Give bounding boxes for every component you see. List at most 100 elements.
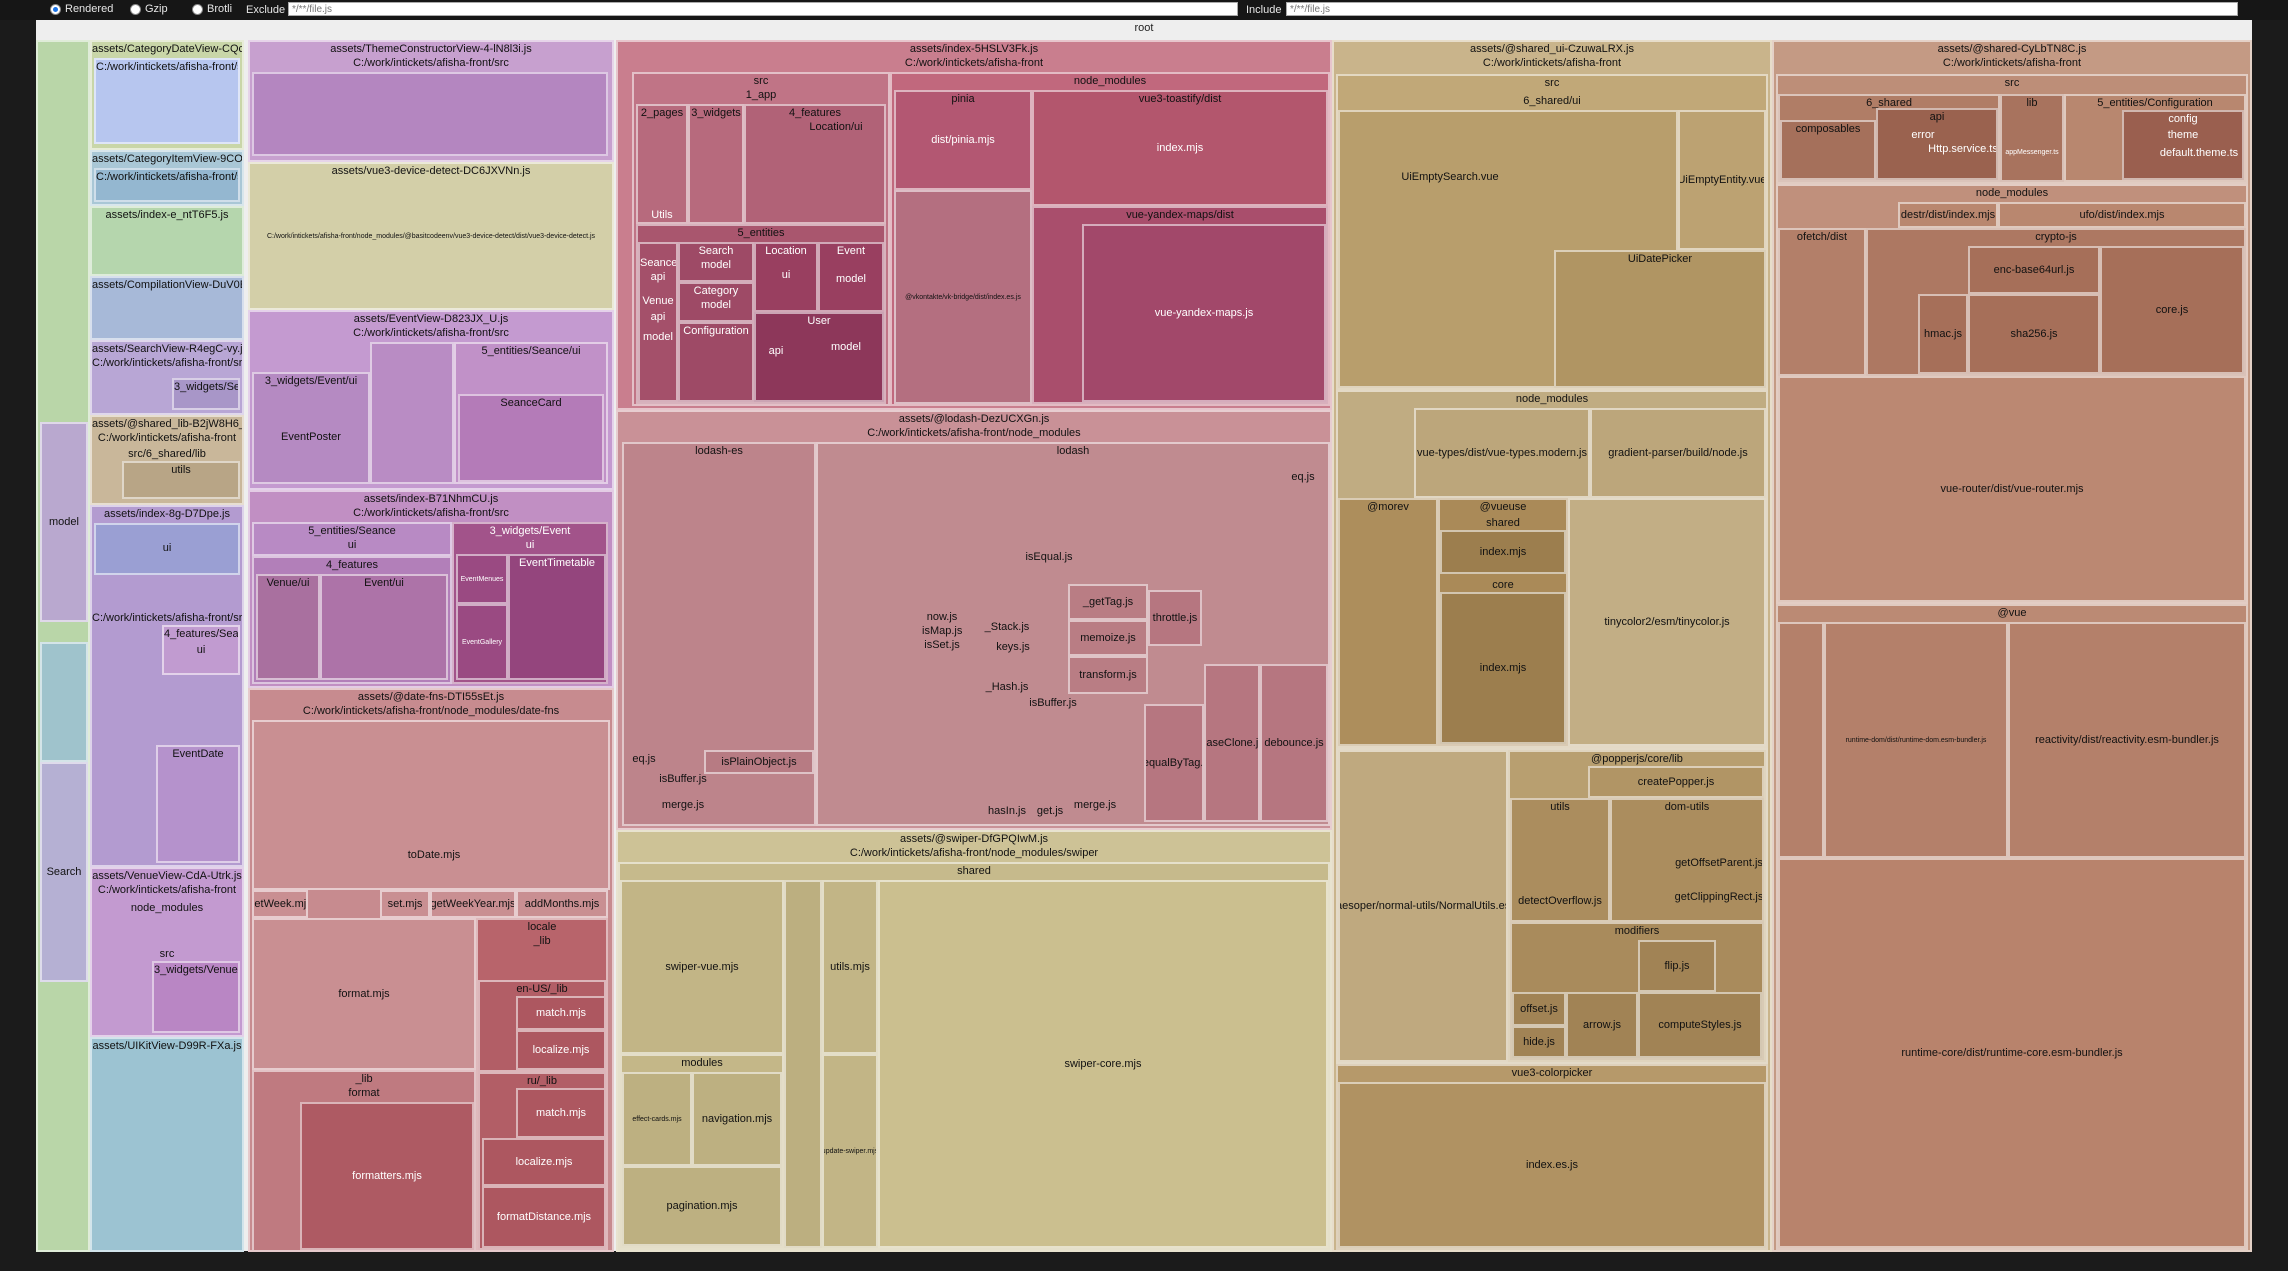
i5h-event[interactable]: Event model [818,242,884,312]
shared-ui[interactable]: assets/@shared_ui-CzuwaLRX.js C:/work/in… [1332,40,1772,1252]
sui-popper[interactable]: @popperjs/core/lib createPopper.js utils… [1508,750,1766,1062]
i5h-ymaps[interactable]: vue-yandex-maps/dist vue-yandex-maps.js [1032,206,1328,404]
i5h-location[interactable]: Location ui [754,242,818,312]
ss-react[interactable]: reactivity/dist/reactivity.esm-bundler.j… [2008,622,2246,858]
df-localize2[interactable]: localize.mjs [482,1138,604,1186]
ss-config[interactable]: config theme default.theme.ts [2122,110,2244,180]
sui-empty[interactable]: UiEmptyEntity.vue [1678,110,1766,250]
sui-shared-index[interactable]: index.mjs [1440,530,1566,574]
sui-arrow[interactable]: arrow.js [1566,992,1638,1058]
datefns-grid[interactable]: toDate.mjs [252,720,610,890]
ss-rtcore[interactable]: runtime-core/dist/runtime-core.esm-bundl… [1778,858,2246,1248]
df-formatters[interactable]: formatters.mjs [300,1102,474,1250]
df-locale[interactable]: locale _lib en-US/_lib match.mjs localiz… [476,918,608,1250]
swiper-nav[interactable]: navigation.mjs [692,1072,782,1166]
swiper-effect[interactable]: effect-cards.mjs [622,1072,692,1166]
ss-router[interactable]: vue-router/dist/vue-router.mjs [1778,376,2246,602]
event-widget[interactable]: 3_widgets/Event/ui EventPoster [252,372,370,484]
catdate-view[interactable]: assets/CategoryDateView-CQcvbUeD.js C:/w… [90,40,244,150]
left-strip-purple[interactable]: model [40,422,88,622]
ss-lib[interactable]: lib appMessenger.ts [2000,94,2064,182]
ss-api[interactable]: api error Http.service.ts [1876,108,1998,180]
sui-utils[interactable]: utils detectOverflow.js [1510,798,1610,922]
df-formatdist[interactable]: formatDistance.mjs [482,1186,604,1248]
ss-ofetch[interactable]: ofetch/dist [1778,228,1866,376]
sui-aesoper[interactable]: @aesoper/normal-utils/NormalUtils.es.js [1338,750,1508,1062]
compilation-view[interactable]: assets/CompilationView-DuV0Eg Pz.js [90,276,244,340]
venue-view[interactable]: assets/VenueView-CdA-Utrk.js C:/work/int… [90,867,244,1037]
sui-modifiers[interactable]: modifiers flip.js offset.js arrow.js hid… [1510,922,1764,1060]
catitem-view[interactable]: assets/CategoryItemView-9CO8OHON.js C:/w… [90,150,244,206]
gzip-radio[interactable] [130,3,141,15]
df-set[interactable]: set.mjs [380,890,430,918]
lo-throttle[interactable]: throttle.js [1148,590,1202,646]
date-fns[interactable]: assets/@date-fns-DTI55sEt.js C:/work/int… [248,688,614,1252]
i5h-src[interactable]: src 1_app 2_pages Utils 3_widgets 4_feat… [632,72,890,406]
df-lib2[interactable]: _lib format formatters.mjs [252,1070,476,1250]
ss-vue[interactable]: @vue runtime-dom/dist/runtime-dom.esm-bu… [1776,604,2248,1250]
i5h-widgets[interactable]: 3_widgets [688,104,744,224]
ss-5ent[interactable]: 5_entities/Configuration config theme de… [2064,94,2246,182]
swiper-pag[interactable]: pagination.mjs [622,1166,782,1246]
b71-venue[interactable]: Venue/ui [256,574,320,680]
sui-vuetypes[interactable]: vue-types/dist/vue-types.modern.js [1414,408,1590,498]
ss-src[interactable]: src 6_shared composables api error Http.… [1776,74,2248,184]
b71-features[interactable]: 4_features Venue/ui Event/ui [252,556,452,684]
vue3-device-detect[interactable]: assets/vue3-device-detect-DC6JXVNn.js C:… [248,162,614,310]
i5h-entities[interactable]: 5_entities Seance api Venue api model Se… [636,224,886,404]
i5h-vk[interactable]: @vkontakte/vk-bridge/dist/index.es.js [894,190,1032,404]
sui-hide[interactable]: hide.js [1512,1026,1566,1058]
sui-src[interactable]: src 6_shared/ui UiEmptySearch.vue UiEmpt… [1336,74,1768,390]
gzip-option[interactable]: Gzip [130,3,168,15]
search-widget[interactable]: 3_widgets/Search [172,378,240,410]
df-addmonths[interactable]: addMonths.mjs [516,890,608,918]
rendered-option[interactable]: Rendered [50,3,113,15]
b71-timetable[interactable]: EventTimetable [508,554,606,680]
shared-lib[interactable]: assets/@shared_lib-B2jW8H6_.js C:/work/i… [90,415,244,505]
search-view[interactable]: assets/SearchView-R4egC-vy.js C:/work/in… [90,340,244,415]
rendered-radio[interactable] [50,3,61,15]
event-view[interactable]: assets/EventView-D823JX_U.js C:/work/int… [248,310,614,490]
theme-view[interactable]: assets/ThemeConstructorView-4-lN8l3i.js … [248,40,614,162]
sui-flip[interactable]: flip.js [1638,940,1716,992]
ss-6shared[interactable]: 6_shared composables api error Http.serv… [1778,94,2000,182]
swiper-utils[interactable]: utils.mjs [822,880,878,1054]
lodash-lib[interactable]: lodash eq.js isEqual.js _getTag.js memoi… [816,442,1330,826]
lo-equalbytag[interactable]: _equalByTag.js [1144,704,1204,822]
b71-seance[interactable]: 5_entities/Seance ui [252,522,452,556]
swiper-update[interactable]: update-swiper.mjs [822,1054,878,1248]
swiper[interactable]: assets/@swiper-DfGPQIwM.js C:/work/intic… [616,830,1332,1252]
df-ru[interactable]: ru/_lib match.mjs localize.mjs formatDis… [478,1072,606,1250]
lodash[interactable]: assets/@lodash-DezUCXGn.js C:/work/intic… [616,410,1332,830]
lodash-es[interactable]: lodash-es eq.js isPlainObject.js isBuffe… [622,442,816,826]
ss-composables[interactable]: composables [1780,120,1876,180]
df-enus[interactable]: en-US/_lib match.mjs localize.mjs [478,980,606,1072]
sui-createpopper[interactable]: createPopper.js [1588,766,1764,798]
b71-menus[interactable]: EventMenues [456,554,508,604]
left-strip-search[interactable]: Search [40,762,88,982]
sui-nm[interactable]: node_modules vue-types/dist/vue-types.mo… [1336,390,1768,748]
sui-popper-wrap[interactable]: @aesoper/normal-utils/NormalUtils.es.js … [1336,748,1768,1064]
ss-nm[interactable]: node_modules destr/dist/index.mjs ufo/di… [1776,184,2248,604]
lo-debounce[interactable]: debounce.js [1260,664,1328,822]
i5h-features[interactable]: 4_features Location/ui [744,104,886,224]
i5h-nm[interactable]: node_modules pinia dist/pinia.mjs vue3-t… [890,72,1330,406]
index-b71[interactable]: assets/index-B71NhmCU.js C:/work/inticke… [248,490,614,688]
left-strip-blue[interactable] [40,642,88,762]
b71-gallery[interactable]: EventGallery [456,604,508,680]
venue-widget[interactable]: 3_widgets/Venue/ui [152,961,240,1033]
sui-colorpicker[interactable]: vue3-colorpicker index.es.js [1336,1064,1768,1250]
i5h-toast[interactable]: vue3-toastify/dist index.mjs [1032,90,1328,206]
i5h-seance[interactable]: Seance api Venue api model [638,242,678,402]
df-match2[interactable]: match.mjs [516,1088,604,1138]
b71-event[interactable]: Event/ui [320,574,448,680]
sui-compute[interactable]: computeStyles.js [1638,992,1762,1058]
swiper-vue[interactable]: swiper-vue.mjs [620,880,784,1054]
catdate-src[interactable]: C:/work/intickets/afisha-front/src [94,58,240,144]
theme-inner[interactable] [252,72,608,156]
i5h-pinia[interactable]: pinia dist/pinia.mjs [894,90,1032,190]
sui-colorpicker-index[interactable]: index.es.js [1338,1082,1766,1248]
swiper-modules[interactable]: modules effect-cards.mjs navigation.mjs … [620,1054,784,1248]
lo-gettag[interactable]: _getTag.js [1068,584,1148,620]
ss-destr[interactable]: destr/dist/index.mjs [1898,202,1998,228]
